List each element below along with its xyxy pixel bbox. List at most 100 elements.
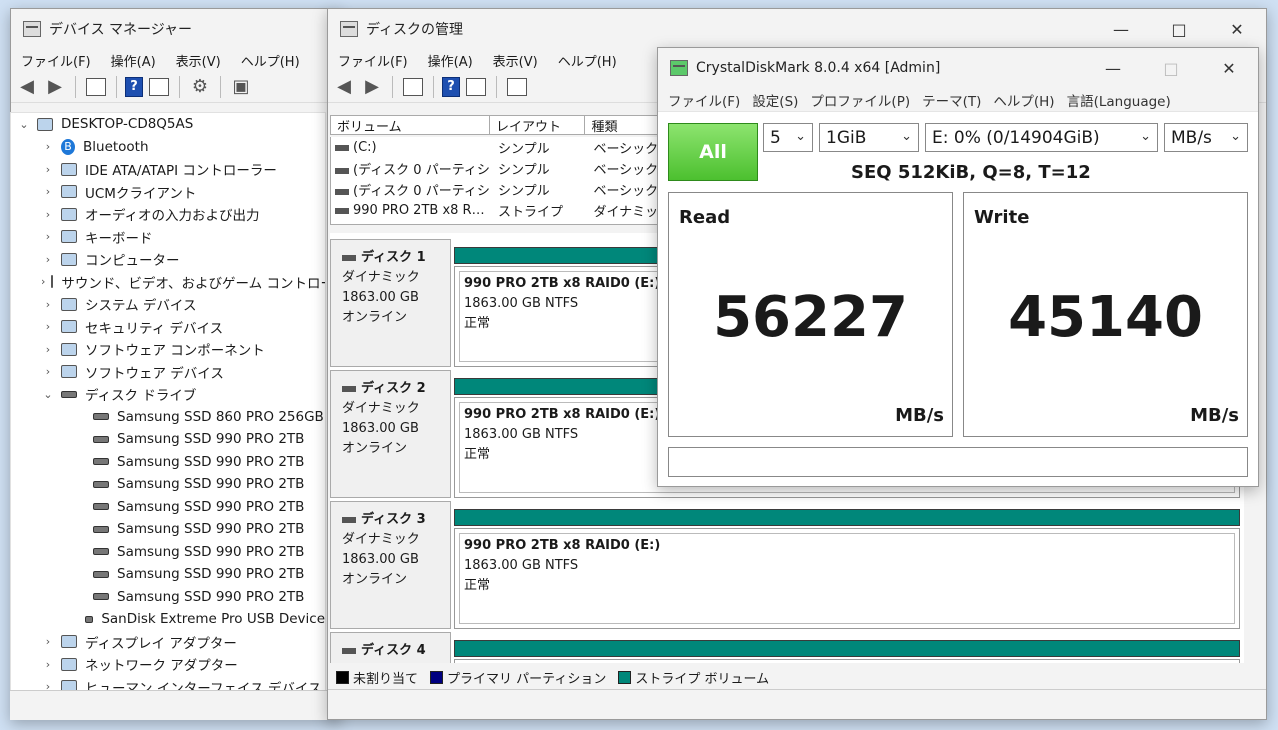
tree-item-label: システム デバイス xyxy=(85,298,197,315)
close-icon[interactable]: ✕ xyxy=(1200,48,1258,88)
properties-icon[interactable] xyxy=(403,77,423,96)
disk-kind: ダイナミック xyxy=(342,401,420,416)
tree-item[interactable]: › UCMクライアント xyxy=(11,181,325,204)
menu-action[interactable]: 操作(A) xyxy=(101,51,166,70)
chevron-right-icon[interactable]: › xyxy=(41,320,55,333)
tree-item[interactable]: › ネットワーク アダプター xyxy=(11,653,325,676)
chevron-right-icon[interactable]: › xyxy=(41,208,55,221)
tree-item[interactable]: › セキュリティ デバイス xyxy=(11,316,325,339)
maximize-icon[interactable]: □ xyxy=(1142,48,1200,88)
chevron-right-icon[interactable]: › xyxy=(41,343,55,356)
chevron-down-icon[interactable]: ⌄ xyxy=(41,388,55,401)
cdm-menu-theme[interactable]: テーマ(T) xyxy=(916,90,987,110)
cdm-menu-language[interactable]: 言語(Language) xyxy=(1061,90,1177,110)
cdm-menu-file[interactable]: ファイル(F) xyxy=(662,90,746,110)
partition-size: 1863.00 GB NTFS xyxy=(464,558,579,573)
menu-view[interactable]: 表示(V) xyxy=(483,51,548,70)
minimize-icon[interactable]: — xyxy=(1084,48,1142,88)
disk-info[interactable]: ディスク 4 xyxy=(330,632,451,663)
tree-item[interactable]: › コンピューター xyxy=(11,248,325,271)
cdm-menu-profile[interactable]: プロファイル(P) xyxy=(804,90,916,110)
tree-item[interactable]: › IDE ATA/ATAPI コントローラー xyxy=(11,158,325,181)
column-type[interactable]: 種類 xyxy=(585,116,659,135)
disk-drive-item[interactable]: Samsung SSD 990 PRO 2TB xyxy=(11,428,325,451)
disk-drive-item[interactable]: Samsung SSD 860 PRO 256GB xyxy=(11,406,325,429)
tree-item[interactable]: › キーボード xyxy=(11,226,325,249)
update-driver-icon[interactable]: ⚙ xyxy=(188,76,212,98)
forward-arrow-icon[interactable]: ▶ xyxy=(360,76,384,98)
all-button[interactable]: All xyxy=(668,123,758,181)
volume-row[interactable]: (ディスク 0 パーティショ… シンプル ベーシック xyxy=(331,179,659,200)
menu-help[interactable]: ヘルプ(H) xyxy=(548,51,627,70)
settings-icon[interactable] xyxy=(507,77,527,96)
properties-icon[interactable] xyxy=(86,77,106,96)
help-icon[interactable]: ? xyxy=(442,76,460,97)
chevron-right-icon[interactable]: › xyxy=(41,230,55,243)
view-icon[interactable] xyxy=(466,77,486,96)
help-icon[interactable]: ? xyxy=(125,76,143,97)
minimize-icon[interactable]: — xyxy=(1092,9,1150,49)
disk-drive-item[interactable]: SanDisk Extreme Pro USB Device xyxy=(11,608,325,631)
back-arrow-icon[interactable]: ◀ xyxy=(15,76,39,98)
chevron-right-icon[interactable]: › xyxy=(41,140,55,153)
column-volume[interactable]: ボリューム xyxy=(331,116,491,135)
chevron-right-icon[interactable]: › xyxy=(41,365,55,378)
tree-item[interactable]: › サウンド、ビデオ、およびゲーム コントローラー xyxy=(11,271,325,294)
tree-item[interactable]: › ディスプレイ アダプター xyxy=(11,631,325,654)
tree-item[interactable]: ⌄ ディスク ドライブ xyxy=(11,383,325,406)
disk-drive-item[interactable]: Samsung SSD 990 PRO 2TB xyxy=(11,541,325,564)
read-label: Read xyxy=(679,207,731,228)
cdm-menu-help[interactable]: ヘルプ(H) xyxy=(987,90,1060,110)
chevron-right-icon[interactable]: › xyxy=(41,635,55,648)
menu-file[interactable]: ファイル(F) xyxy=(11,51,101,70)
maximize-icon[interactable]: □ xyxy=(1150,9,1208,49)
chevron-right-icon[interactable]: › xyxy=(41,275,45,288)
chevron-down-icon[interactable]: ⌄ xyxy=(17,118,31,131)
disk-drive-item[interactable]: Samsung SSD 990 PRO 2TB xyxy=(11,451,325,474)
disk-drive-item[interactable]: Samsung SSD 990 PRO 2TB xyxy=(11,586,325,609)
chevron-right-icon[interactable]: › xyxy=(41,253,55,266)
tree-item[interactable]: › オーディオの入力および出力 xyxy=(11,203,325,226)
partition[interactable] xyxy=(454,640,1240,663)
column-layout[interactable]: レイアウト xyxy=(490,116,586,135)
unit-select[interactable]: MB/s ⌄ xyxy=(1164,123,1248,152)
size-select[interactable]: 1GiB ⌄ xyxy=(819,123,919,152)
chevron-right-icon[interactable]: › xyxy=(41,185,55,198)
comment-field[interactable] xyxy=(668,447,1248,477)
disk-size: 1863.00 GB xyxy=(342,290,419,305)
tree-item-label: ソフトウェア デバイス xyxy=(85,365,224,382)
scan-hardware-icon[interactable]: ▣ xyxy=(229,76,253,98)
disk-drive-item[interactable]: Samsung SSD 990 PRO 2TB xyxy=(11,563,325,586)
disk-info[interactable]: ディスク 1 ダイナミック 1863.00 GB オンライン xyxy=(330,239,451,367)
volume-layout-cell: シンプル xyxy=(498,163,550,178)
count-select[interactable]: 5 ⌄ xyxy=(763,123,813,152)
menu-action[interactable]: 操作(A) xyxy=(418,51,483,70)
drive-select[interactable]: E: 0% (0/14904GiB) ⌄ xyxy=(925,123,1158,152)
chevron-right-icon[interactable]: › xyxy=(41,163,55,176)
tree-item[interactable]: › ソフトウェア コンポーネント xyxy=(11,338,325,361)
volume-row[interactable]: (ディスク 0 パーティショ… シンプル ベーシック xyxy=(331,158,659,179)
cdm-menu-settings[interactable]: 設定(S) xyxy=(746,90,804,110)
menu-help[interactable]: ヘルプ(H) xyxy=(231,51,310,70)
disk-info[interactable]: ディスク 3 ダイナミック 1863.00 GB オンライン xyxy=(330,501,451,629)
chevron-right-icon[interactable]: › xyxy=(41,658,55,671)
tree-root[interactable]: ⌄ DESKTOP-CD8Q5AS xyxy=(11,113,325,136)
volume-row[interactable]: 990 PRO 2TB x8 R… ストライプ ダイナミック xyxy=(331,200,659,221)
close-icon[interactable]: ✕ xyxy=(1208,9,1266,49)
chevron-right-icon[interactable]: › xyxy=(41,298,55,311)
partition[interactable]: 990 PRO 2TB x8 RAID0 (E:) 1863.00 GB NTFS… xyxy=(454,509,1240,629)
view-icon[interactable] xyxy=(149,77,169,96)
volume-row[interactable]: (C:) シンプル ベーシック xyxy=(331,137,659,158)
tree-item[interactable]: › システム デバイス xyxy=(11,293,325,316)
disk-drive-item[interactable]: Samsung SSD 990 PRO 2TB xyxy=(11,496,325,519)
tree-item[interactable]: › B Bluetooth xyxy=(11,136,325,159)
disk-info[interactable]: ディスク 2 ダイナミック 1863.00 GB オンライン xyxy=(330,370,451,498)
disk-drive-item[interactable]: Samsung SSD 990 PRO 2TB xyxy=(11,518,325,541)
menu-file[interactable]: ファイル(F) xyxy=(328,51,418,70)
menu-view[interactable]: 表示(V) xyxy=(166,51,231,70)
back-arrow-icon[interactable]: ◀ xyxy=(332,76,356,98)
read-panel: Read 56227 MB/s xyxy=(668,192,953,437)
tree-item[interactable]: › ソフトウェア デバイス xyxy=(11,361,325,384)
disk-drive-item[interactable]: Samsung SSD 990 PRO 2TB xyxy=(11,473,325,496)
forward-arrow-icon[interactable]: ▶ xyxy=(43,76,67,98)
